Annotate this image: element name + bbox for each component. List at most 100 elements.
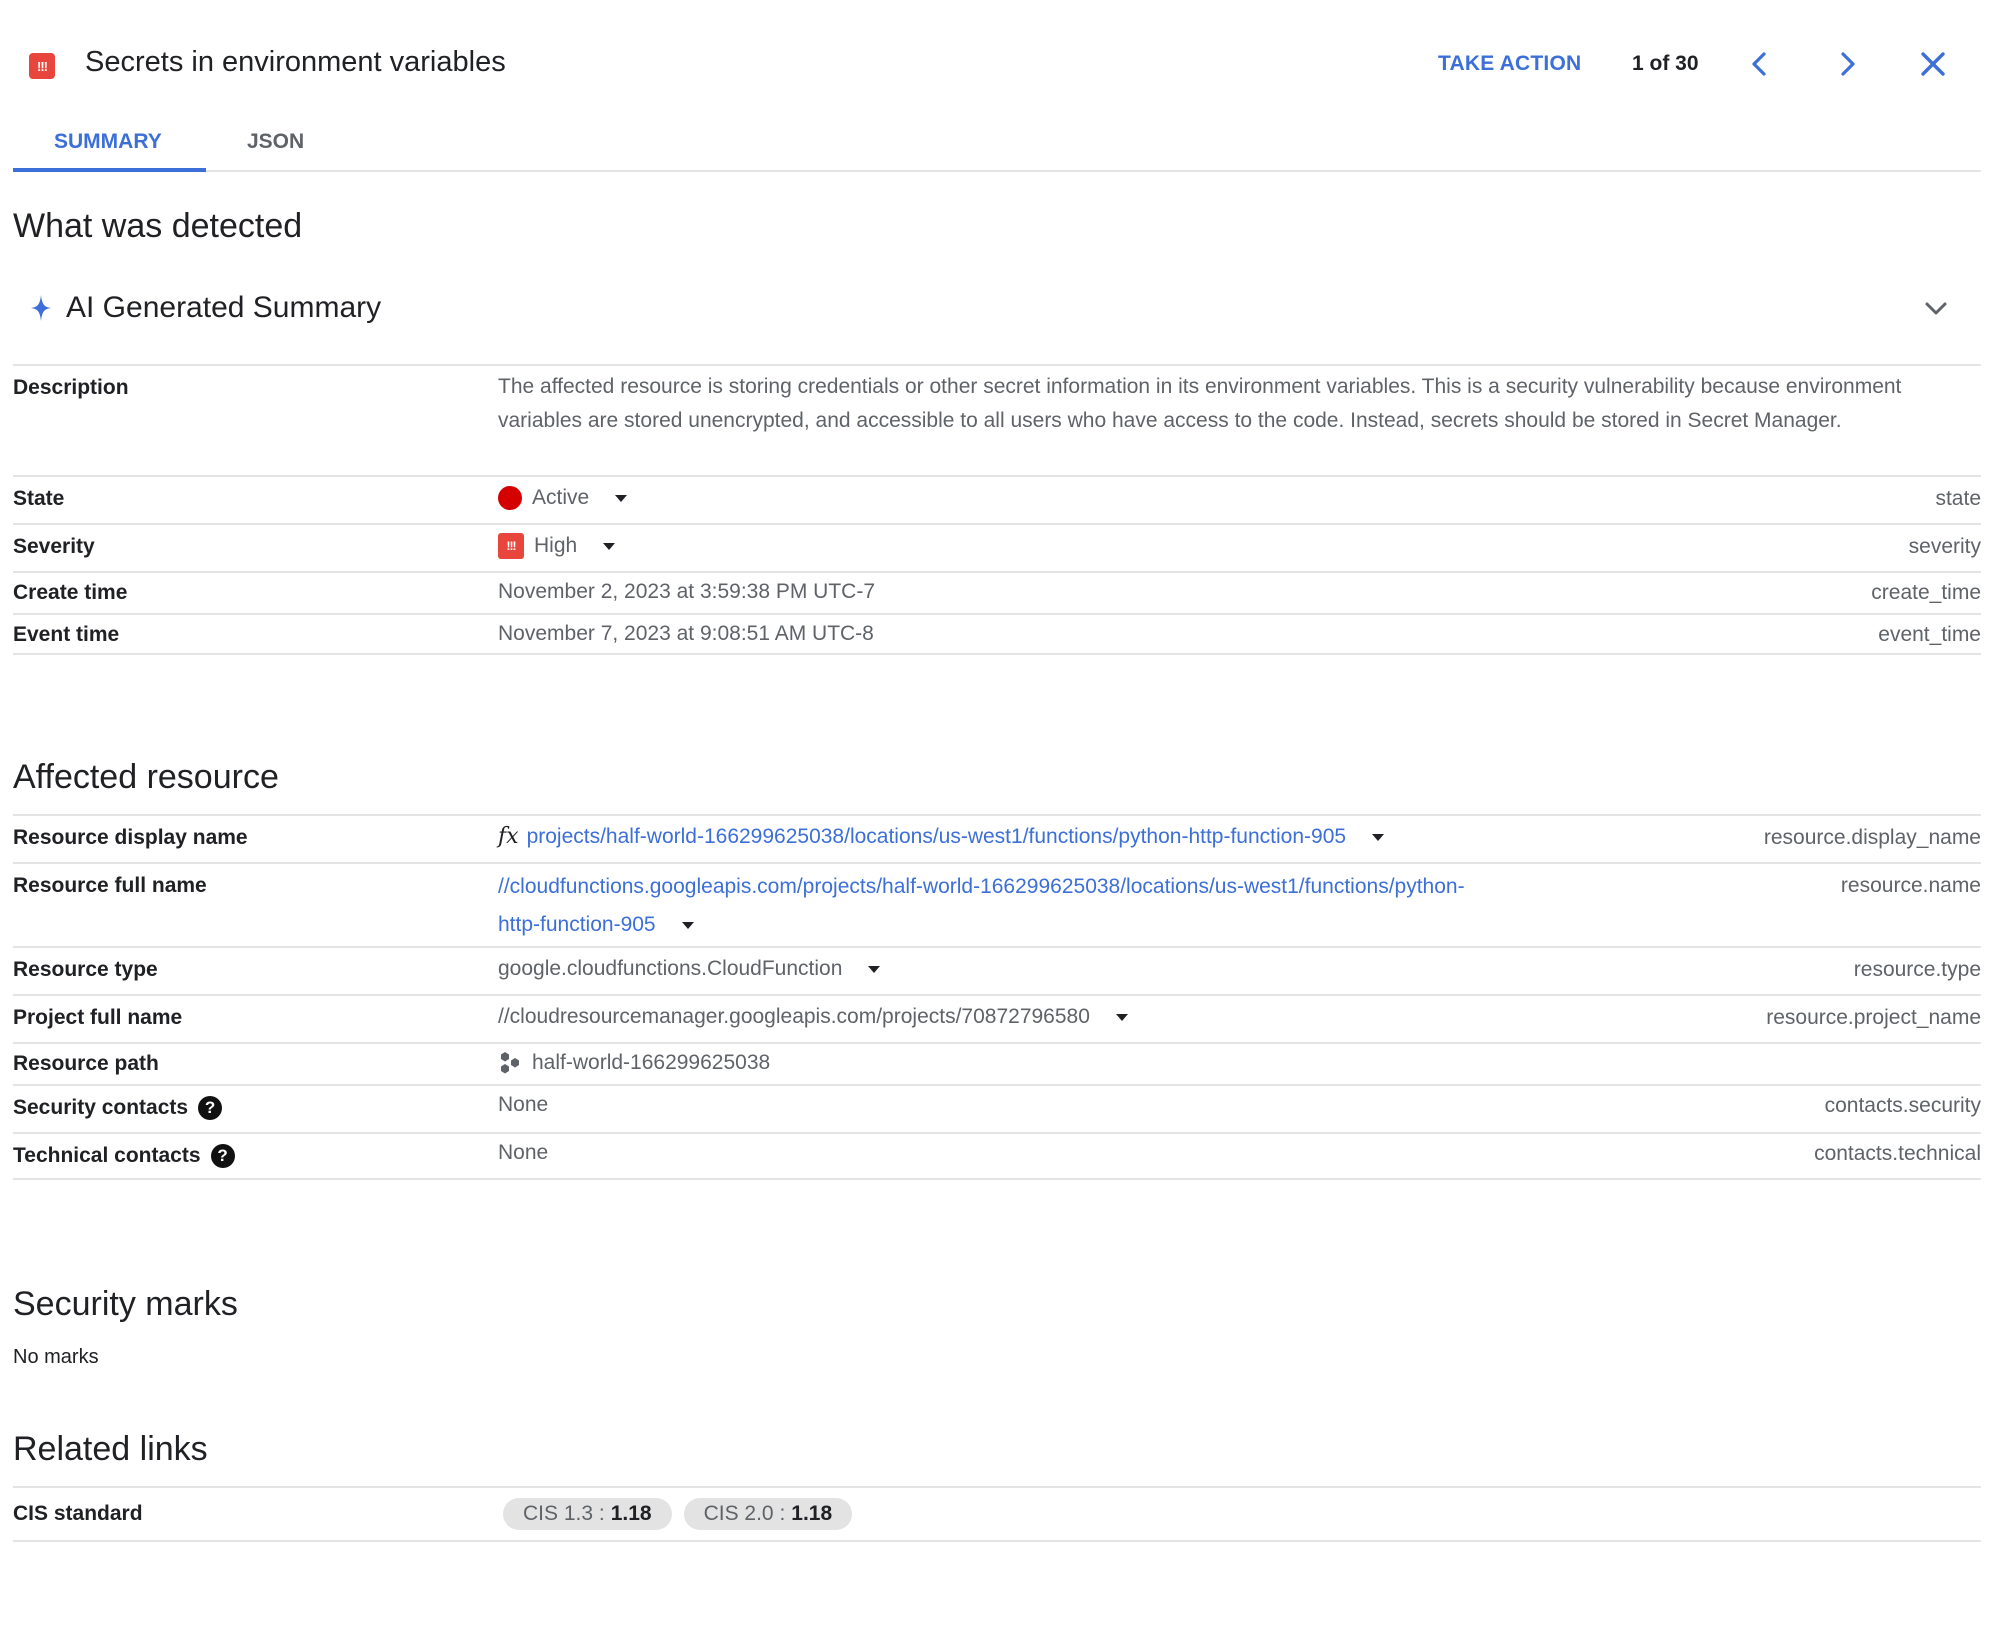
table-row-resource-path: Resource path half-world-166299625038 (13, 1042, 1981, 1084)
pager-count: 1 of 30 (1632, 52, 1699, 75)
table-row-technical-contacts: Technical contacts? None contacts.techni… (13, 1132, 1981, 1180)
state-value[interactable]: Active (498, 481, 628, 515)
row-label: Severity (13, 535, 95, 558)
row-label: Resource display name (13, 826, 248, 849)
sparkle-icon (31, 295, 51, 321)
active-state-icon (498, 486, 522, 511)
row-label: Create time (13, 581, 128, 604)
chip-name: CIS 1.3 : (523, 1502, 605, 1525)
project-icon (501, 1052, 519, 1074)
table-row-cis-standard: CIS standard CIS 1.3 :1.18 CIS 2.0 :1.18 (13, 1486, 1981, 1542)
severity-high-icon: !!! (498, 533, 524, 560)
table-row-full-name: Resource full name //cloudfunctions.goog… (13, 862, 1981, 946)
resource-type-text: google.cloudfunctions.CloudFunction (498, 957, 843, 980)
row-key: contacts.security (1824, 1094, 1981, 1117)
finding-title: Secrets in environment variables (85, 46, 506, 78)
row-key: resource.type (1853, 958, 1981, 981)
row-key: resource.project_name (1766, 1006, 1981, 1029)
next-finding-button[interactable] (1829, 46, 1865, 82)
row-key: create_time (1871, 581, 1981, 604)
description-value: The affected resource is storing credent… (498, 375, 1902, 432)
finding-header: !!! Secrets in environment variables TAK… (0, 0, 1999, 110)
state-dropdown-icon[interactable] (615, 494, 628, 502)
tab-json[interactable]: JSON (247, 130, 304, 154)
full-name-link-line1[interactable]: //cloudfunctions.googleapis.com/projects… (498, 868, 1465, 906)
display-name-dropdown-icon[interactable] (1372, 833, 1385, 841)
create-time-value: November 2, 2023 at 3:59:38 PM UTC-7 (498, 580, 876, 603)
section-heading-detected: What was detected (13, 207, 303, 245)
help-icon[interactable]: ? (198, 1096, 223, 1121)
table-row-project-name: Project full name //cloudresourcemanager… (13, 994, 1981, 1042)
close-button[interactable] (1915, 46, 1951, 82)
project-name-text: //cloudresourcemanager.googleapis.com/pr… (498, 1005, 1090, 1028)
chevron-down-icon[interactable] (1921, 293, 1951, 323)
table-row-display-name: Resource display name fx projects/half-wo… (13, 814, 1981, 862)
project-name-dropdown-icon[interactable] (1115, 1013, 1128, 1021)
chevron-left-icon (1752, 52, 1766, 76)
table-row-resource-type: Resource type google.cloudfunctions.Clou… (13, 946, 1981, 994)
row-key: resource.display_name (1763, 826, 1981, 849)
state-text: Active (532, 486, 590, 509)
chevron-right-icon (1841, 52, 1855, 76)
affected-table: Resource display name fx projects/half-wo… (13, 814, 1981, 1180)
related-table: CIS standard CIS 1.3 :1.18 CIS 2.0 :1.18 (13, 1486, 1981, 1542)
cis-chips: CIS 1.3 :1.18 CIS 2.0 :1.18 (503, 1498, 864, 1530)
cis-chip[interactable]: CIS 2.0 :1.18 (683, 1498, 853, 1530)
table-row-security-contacts: Security contacts? None contacts.securit… (13, 1084, 1981, 1132)
full-name-value: //cloudfunctions.googleapis.com/projects… (498, 868, 1465, 944)
tab-summary[interactable]: SUMMARY (54, 130, 162, 154)
row-label: Project full name (13, 1006, 183, 1029)
row-label: Security contacts? (13, 1096, 223, 1121)
cloud-function-icon: fx (498, 824, 519, 849)
help-icon[interactable]: ? (210, 1144, 235, 1169)
event-time-value: November 7, 2023 at 9:08:51 AM UTC-8 (498, 622, 874, 645)
full-name-link-line2[interactable]: http-function-905 (498, 913, 656, 936)
row-key: resource.name (1840, 874, 1981, 897)
row-label: Resource full name (13, 874, 207, 897)
row-key: state (1935, 487, 1981, 510)
technical-contacts-label: Technical contacts (13, 1144, 201, 1167)
resource-type-value: google.cloudfunctions.CloudFunction (498, 952, 881, 986)
section-heading-affected: Affected resource (13, 758, 279, 796)
technical-contacts-value: None (498, 1141, 549, 1164)
tab-bar: SUMMARY JSON (13, 110, 1981, 172)
row-key: event_time (1878, 623, 1981, 646)
row-label: Description (13, 376, 129, 399)
security-contacts-label: Security contacts (13, 1096, 189, 1119)
section-heading-related: Related links (13, 1430, 208, 1468)
active-tab-indicator (13, 168, 206, 172)
resource-type-dropdown-icon[interactable] (868, 965, 881, 973)
ai-summary-toggle[interactable]: AI Generated Summary (13, 285, 1981, 335)
detected-table: Description The affected resource is sto… (13, 364, 1981, 655)
resource-path-text: half-world-166299625038 (532, 1051, 771, 1074)
chip-value: 1.18 (610, 1502, 652, 1525)
chip-name: CIS 2.0 : (703, 1502, 786, 1525)
table-row-description: Description The affected resource is sto… (13, 364, 1981, 475)
row-label: CIS standard (13, 1502, 143, 1525)
severity-high-icon: !!! (29, 53, 55, 79)
cis-chip[interactable]: CIS 1.3 :1.18 (503, 1498, 672, 1530)
ai-summary-label: AI Generated Summary (66, 291, 382, 324)
previous-finding-button[interactable] (1742, 46, 1778, 82)
project-name-value: //cloudresourcemanager.googleapis.com/pr… (498, 1000, 1128, 1034)
row-key: severity (1908, 535, 1981, 558)
table-row-create-time: Create time November 2, 2023 at 3:59:38 … (13, 571, 1981, 613)
row-label: Resource path (13, 1052, 159, 1075)
severity-value[interactable]: !!! High (498, 529, 616, 563)
display-name-link[interactable]: projects/half-world-166299625038/locatio… (527, 825, 1347, 848)
security-contacts-value: None (498, 1093, 549, 1116)
severity-text: High (534, 534, 578, 557)
display-name-value: fx projects/half-world-166299625038/locat… (498, 820, 1385, 854)
take-action-button[interactable]: TAKE ACTION (1438, 52, 1581, 76)
row-label: Resource type (13, 958, 158, 981)
table-row-state: State Active state (13, 475, 1981, 523)
severity-dropdown-icon[interactable] (603, 542, 616, 550)
resource-path-value: half-world-166299625038 (498, 1046, 770, 1080)
table-row-severity: Severity !!! High severity (13, 523, 1981, 571)
no-marks-text: No marks (13, 1346, 99, 1368)
chip-value: 1.18 (791, 1502, 833, 1525)
row-label: State (13, 487, 65, 510)
row-label: Technical contacts? (13, 1144, 235, 1169)
full-name-dropdown-icon[interactable] (681, 921, 694, 929)
section-heading-marks: Security marks (13, 1285, 238, 1323)
